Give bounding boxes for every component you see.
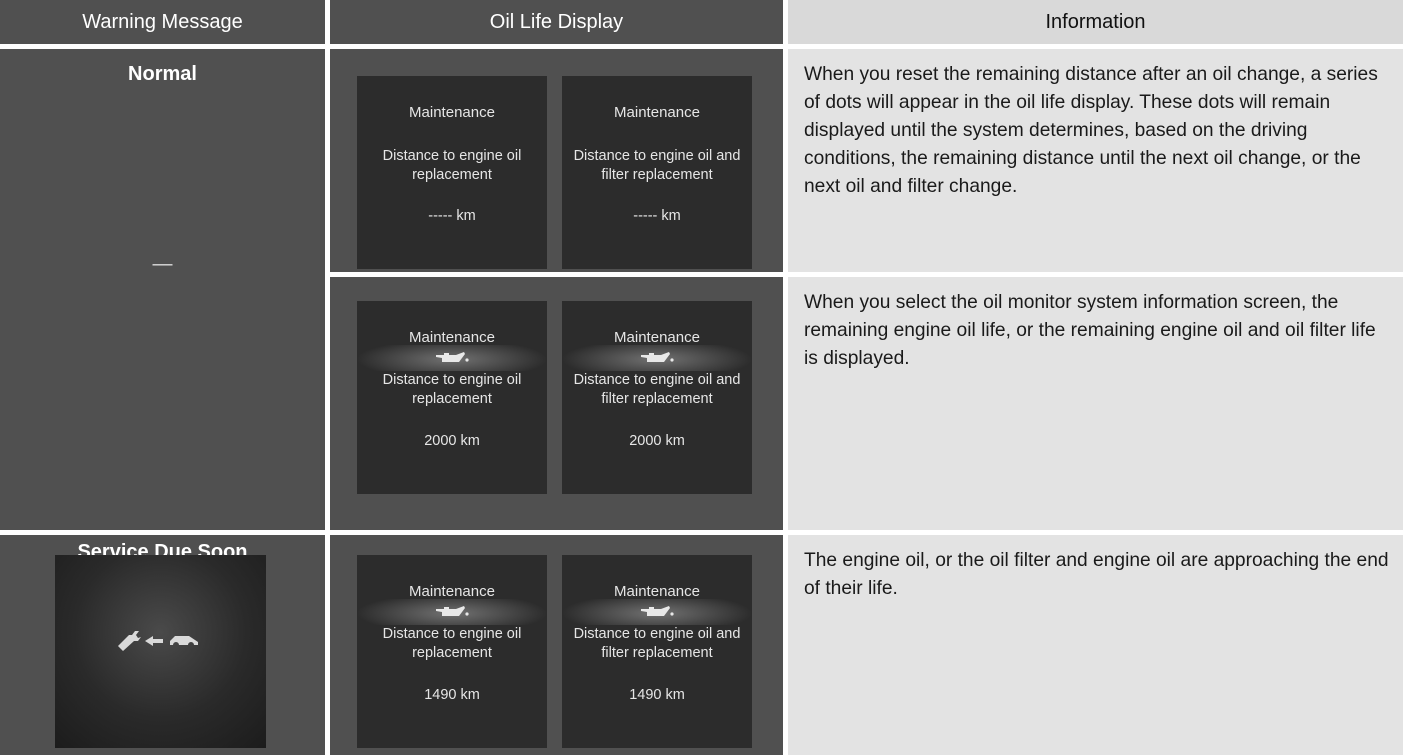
panel-distance-value: 2000 km [629, 433, 685, 449]
maintenance-panel: Maintenance Distance to engine oil repla… [357, 76, 547, 269]
oil-life-display-cell: Maintenance Distance to engine oil repla… [330, 49, 783, 272]
panel-distance-value: 1490 km [424, 687, 480, 703]
information-cell: When you select the oil monitor system i… [788, 277, 1403, 530]
header-information: Information [788, 0, 1403, 44]
service-due-soon-indicator [55, 555, 266, 748]
panel-description: Distance to engine oil and filter replac… [573, 626, 741, 661]
maintenance-panel: Maintenance Distance to engine oil and f… [562, 301, 752, 494]
oil-can-icon [562, 599, 752, 625]
header-oil-life-display: Oil Life Display [330, 0, 783, 44]
warning-cell-service-due-soon: Service Due Soon [0, 535, 325, 755]
maintenance-panel: Maintenance Distance to engine oil and f… [562, 555, 752, 748]
information-cell: The engine oil, or the oil filter and en… [788, 535, 1403, 755]
panel-description: Distance to engine oil replacement [382, 626, 522, 661]
panel-description: Distance to engine oil and filter replac… [573, 372, 741, 407]
panel-distance-value: ----- km [428, 208, 476, 224]
panel-title: Maintenance [409, 104, 495, 121]
oil-life-display-cell: Maintenance Distance to engine oil repla… [330, 535, 783, 755]
warning-cell-normal: Normal — [0, 49, 325, 530]
no-warning-dash: — [152, 253, 173, 275]
panel-distance-value: 1490 km [629, 687, 685, 703]
header-warning-message: Warning Message [0, 0, 325, 44]
oil-can-icon [357, 599, 547, 625]
panel-description: Distance to engine oil replacement [382, 148, 522, 183]
information-cell: When you reset the remaining distance af… [788, 49, 1403, 272]
panel-title: Maintenance [614, 104, 700, 121]
panel-description: Distance to engine oil and filter replac… [573, 148, 741, 183]
maintenance-panel: Maintenance Distance to engine oil and f… [562, 76, 752, 269]
panel-distance-value: 2000 km [424, 433, 480, 449]
panel-description: Distance to engine oil replacement [382, 372, 522, 407]
wrench-arrow-car-icon [118, 631, 198, 651]
oil-can-icon [357, 345, 547, 371]
oil-life-display-cell: Maintenance Distance to engine oil repla… [330, 277, 783, 530]
maintenance-panel: Maintenance Distance to engine oil repla… [357, 301, 547, 494]
panel-distance-value: ----- km [633, 208, 681, 224]
oil-can-icon [562, 345, 752, 371]
maintenance-panel: Maintenance Distance to engine oil repla… [357, 555, 547, 748]
warning-title: Normal [128, 63, 197, 85]
